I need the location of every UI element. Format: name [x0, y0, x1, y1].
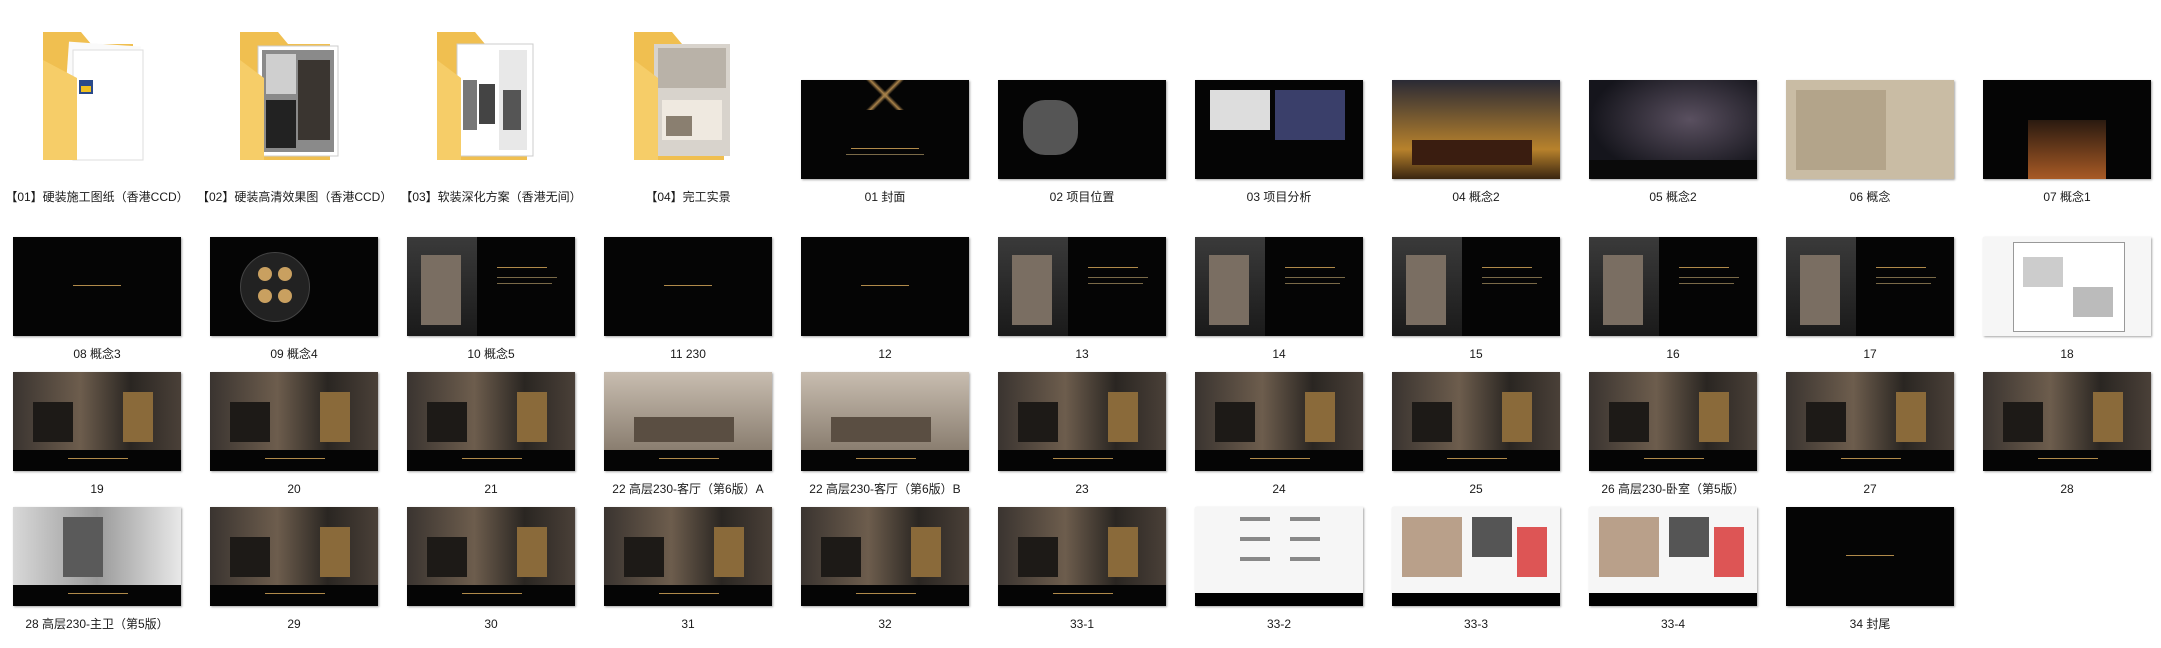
slide-thumbnail [604, 372, 772, 471]
slide-label: 10 概念5 [467, 347, 515, 361]
slide-label: 34 封尾 [1849, 617, 1891, 631]
slide-thumbnail [1983, 237, 2151, 336]
slide-thumbnail [998, 80, 1166, 179]
slide-thumbnail [1195, 372, 1363, 471]
slide-label: 15 [1469, 347, 1483, 361]
slide-label: 17 [1863, 347, 1877, 361]
slide-label: 30 [484, 617, 498, 631]
slide-thumbnail [1195, 507, 1363, 606]
slide-label: 09 概念4 [270, 347, 318, 361]
folder-item-03[interactable]: 【03】软装深化方案（香港无间） [394, 20, 582, 250]
folder-icon [43, 32, 144, 161]
slide-label: 03 项目分析 [1246, 190, 1312, 204]
slide-thumbnail [1589, 372, 1757, 471]
slide-label: 26 高层230-卧室（第5版） [1601, 482, 1745, 496]
slide-thumbnail [1195, 80, 1363, 179]
slide-thumbnail [1786, 372, 1954, 471]
slide-label: 28 高层230-主卫（第5版） [25, 617, 169, 631]
slide-thumbnail [604, 237, 772, 336]
slide-thumbnail [1195, 237, 1363, 336]
slide-label: 27 [1863, 482, 1877, 496]
slide-label: 33-3 [1463, 617, 1489, 631]
slide-thumbnail [801, 237, 969, 336]
slide-label: 23 [1075, 482, 1089, 496]
folder-item-02[interactable]: 【02】硬装高清效果图（香港CCD） [197, 20, 392, 250]
slide-label: 06 概念 [1849, 190, 1891, 204]
slide-label: 18 [2060, 347, 2074, 361]
slide-thumbnail [407, 507, 575, 606]
slide-thumbnail [1392, 80, 1560, 179]
slide-label: 04 概念2 [1452, 190, 1500, 204]
slide-label: 13 [1075, 347, 1089, 361]
slide-thumbnail [801, 372, 969, 471]
slide-label: 31 [681, 617, 695, 631]
slide-thumbnail [1589, 237, 1757, 336]
slide-thumbnail [13, 507, 181, 606]
slide-thumbnail [13, 237, 181, 336]
slide-thumbnail [1786, 237, 1954, 336]
slide-label: 28 [2060, 482, 2074, 496]
slide-thumbnail [1589, 507, 1757, 606]
slide-thumbnail [1786, 80, 1954, 179]
slide-thumbnail [998, 507, 1166, 606]
slide-label: 33-1 [1069, 617, 1095, 631]
folder-label: 【01】硬装施工图纸（香港CCD） [5, 190, 189, 204]
slide-label: 19 [90, 482, 104, 496]
slide-thumbnail [998, 372, 1166, 471]
slide-thumbnail [801, 80, 969, 179]
slide-thumbnail [1589, 80, 1757, 179]
slide-thumbnail [210, 507, 378, 606]
slide-thumbnail [407, 237, 575, 336]
folder-icon [240, 32, 339, 160]
slide-label: 22 高层230-客厅（第6版）A [612, 482, 764, 496]
folder-icon [437, 32, 534, 160]
slide-label: 25 [1469, 482, 1483, 496]
slide-thumbnail [407, 372, 575, 471]
slide-thumbnail [1786, 507, 1954, 606]
slide-label: 33-4 [1660, 617, 1686, 631]
slide-label: 12 [878, 347, 892, 361]
slide-thumbnail [210, 237, 378, 336]
slide-label: 07 概念1 [2043, 190, 2091, 204]
slide-thumbnail [801, 507, 969, 606]
slide-label: 14 [1272, 347, 1286, 361]
slide-label: 01 封面 [864, 190, 906, 204]
slide-label: 29 [287, 617, 301, 631]
folder-item-01[interactable]: 【01】硬装施工图纸（香港CCD） [0, 20, 189, 250]
slide-label: 11 230 [670, 347, 706, 361]
slide-label: 24 [1272, 482, 1286, 496]
slide-thumbnail [1392, 507, 1560, 606]
slide-label: 05 概念2 [1649, 190, 1697, 204]
slide-thumbnail [1983, 372, 2151, 471]
slide-label: 02 项目位置 [1049, 190, 1115, 204]
slide-thumbnail [1392, 372, 1560, 471]
slide-thumbnail [998, 237, 1166, 336]
slide-label: 32 [878, 617, 892, 631]
slide-label: 20 [287, 482, 301, 496]
folder-label: 【03】软装深化方案（香港无间） [400, 190, 582, 204]
folder-item-04[interactable]: 【04】完工实景 [591, 20, 771, 250]
slide-label: 21 [484, 482, 498, 496]
slide-label: 08 概念3 [73, 347, 121, 361]
folder-icon [634, 32, 730, 160]
folder-label: 【02】硬装高清效果图（香港CCD） [197, 190, 393, 204]
slide-thumbnail [210, 372, 378, 471]
slide-thumbnail [1983, 80, 2151, 179]
slide-thumbnail [604, 507, 772, 606]
slide-label: 16 [1666, 347, 1680, 361]
slide-thumbnail [1392, 237, 1560, 336]
slide-label: 22 高层230-客厅（第6版）B [809, 482, 961, 496]
folder-label: 【04】完工实景 [645, 190, 731, 204]
slide-label: 33-2 [1266, 617, 1292, 631]
slide-thumbnail [13, 372, 181, 471]
